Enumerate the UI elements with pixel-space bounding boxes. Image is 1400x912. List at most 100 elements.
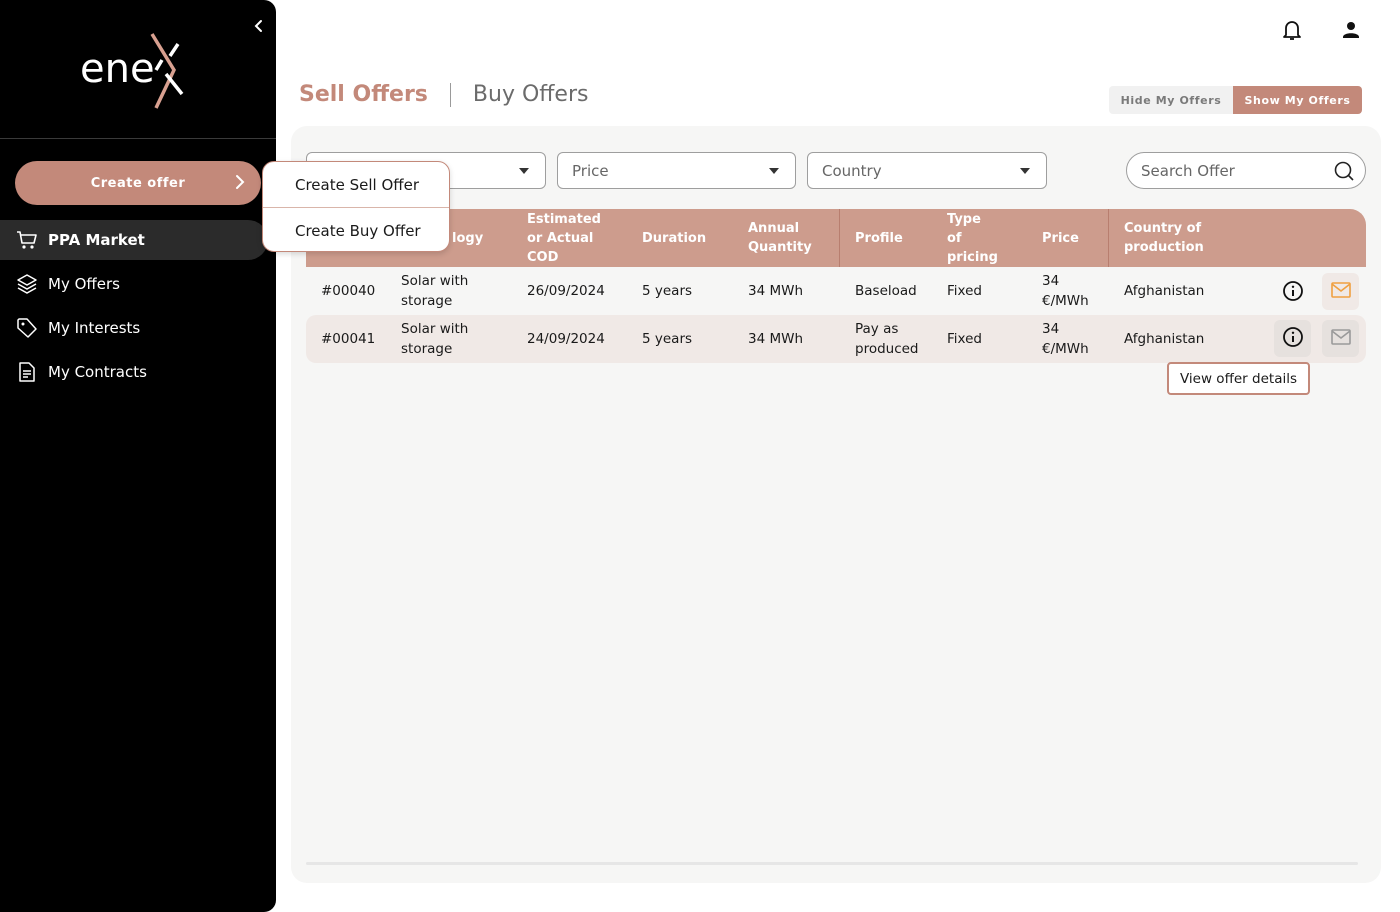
tab-sell-offers[interactable]: Sell Offers	[299, 82, 428, 107]
cell-line: €/MWh	[1042, 341, 1089, 357]
sidebar-item-label: My Offers	[48, 275, 120, 293]
cell-line: Pay as	[855, 321, 899, 337]
sidebar-item-my-contracts[interactable]: My Contracts	[0, 352, 268, 392]
table-row[interactable]: #00040 Solar with storage 26/09/2024 5 y…	[306, 267, 1366, 315]
cell-technology: Solar with storage	[401, 267, 468, 315]
cell-cod: 24/09/2024	[527, 331, 605, 347]
bell-icon[interactable]	[1281, 18, 1303, 42]
offer-tabs: Sell Offers Buy Offers	[299, 82, 588, 107]
view-offer-details-tooltip: View offer details	[1167, 362, 1310, 395]
caret-down-icon	[769, 168, 779, 174]
cell-profile: Pay as produced	[855, 315, 919, 363]
header-divider	[1108, 209, 1109, 267]
search-input[interactable]: Search Offer	[1126, 152, 1366, 189]
cell-price: 34 €/MWh	[1042, 315, 1089, 363]
cell-quantity: 34 MWh	[748, 331, 804, 347]
header-profile: Profile	[855, 230, 903, 246]
mail-icon	[1330, 281, 1351, 302]
cell-line: storage	[401, 293, 453, 309]
tab-divider	[449, 82, 451, 107]
header-quantity: Annual Quantity	[748, 209, 812, 267]
country-filter[interactable]: Country	[807, 152, 1047, 189]
caret-down-icon	[519, 168, 529, 174]
tab-buy-offers[interactable]: Buy Offers	[473, 82, 589, 107]
table-header: logy Estimated or Actual COD Duration An…	[306, 209, 1366, 267]
table-row[interactable]: #00041 Solar with storage 24/09/2024 5 y…	[306, 315, 1366, 363]
info-button[interactable]	[1274, 320, 1311, 357]
cell-country: Afghanistan	[1124, 331, 1205, 347]
cell-line: storage	[401, 341, 453, 357]
cell-line: 34	[1042, 321, 1060, 337]
svg-text:ene: ene	[80, 46, 155, 92]
menu-item-create-buy-offer[interactable]: Create Buy Offer	[263, 208, 449, 253]
price-filter[interactable]: Price	[557, 152, 796, 189]
price-filter-label: Price	[572, 161, 609, 180]
enex-logo: ene	[78, 30, 198, 112]
my-offers-toggle: Hide My Offers Show My Offers	[1109, 86, 1362, 114]
document-icon	[16, 361, 38, 383]
header-cod-line: or Actual	[527, 230, 594, 246]
country-filter-label: Country	[822, 161, 882, 180]
cell-id: #00040	[321, 283, 376, 299]
hide-my-offers-button[interactable]: Hide My Offers	[1109, 86, 1233, 114]
cell-price: 34 €/MWh	[1042, 267, 1089, 315]
sidebar-item-ppa-market[interactable]: PPA Market	[0, 220, 268, 260]
info-icon	[1282, 326, 1304, 352]
header-technology: logy	[452, 230, 484, 246]
header-pricing-line: pricing	[947, 249, 998, 265]
sidebar-item-my-interests[interactable]: My Interests	[0, 308, 268, 348]
collapse-sidebar-icon[interactable]	[250, 16, 268, 36]
layers-icon	[16, 273, 38, 295]
tag-icon	[16, 317, 38, 339]
cell-duration: 5 years	[642, 283, 693, 299]
cell-quantity: 34 MWh	[748, 283, 804, 299]
cell-profile: Baseload	[855, 283, 917, 299]
header-pricing-line: of	[947, 230, 962, 246]
horizontal-scrollbar[interactable]	[306, 862, 1358, 865]
cell-technology: Solar with storage	[401, 315, 468, 363]
header-duration: Duration	[642, 230, 707, 246]
cell-country: Afghanistan	[1124, 283, 1205, 299]
cell-line: €/MWh	[1042, 293, 1089, 309]
header-country: Country of production	[1124, 209, 1204, 267]
header-price: Price	[1042, 230, 1079, 246]
cell-cod: 26/09/2024	[527, 283, 605, 299]
header-quantity-line: Quantity	[748, 240, 812, 255]
header-quantity-line: Annual	[748, 221, 800, 236]
sidebar-item-label: PPA Market	[48, 231, 145, 249]
chevron-right-icon	[233, 173, 247, 191]
search-placeholder: Search Offer	[1141, 161, 1235, 180]
caret-down-icon	[1020, 168, 1030, 174]
show-my-offers-button[interactable]: Show My Offers	[1233, 86, 1362, 114]
create-offer-menu: Create Sell Offer Create Buy Offer	[262, 161, 450, 252]
info-icon[interactable]	[1282, 280, 1304, 302]
search-icon[interactable]	[1333, 160, 1355, 182]
create-offer-label: Create offer	[90, 175, 186, 191]
mail-icon	[1330, 328, 1351, 349]
contact-button[interactable]	[1322, 320, 1359, 357]
header-cod-line: COD	[527, 249, 559, 265]
sidebar-item-my-offers[interactable]: My Offers	[0, 264, 268, 304]
cell-line: produced	[855, 341, 919, 357]
cell-pricing: Fixed	[947, 283, 982, 299]
header-cod-line: Estimated	[527, 211, 601, 227]
header-country-line: Country of	[1124, 221, 1202, 236]
cell-duration: 5 years	[642, 331, 693, 347]
sidebar-item-label: My Contracts	[48, 363, 147, 381]
header-pricing: Type of pricing	[947, 209, 998, 267]
cell-line: 34	[1042, 273, 1060, 289]
sidebar: ene Create offer PPA Market My Offers My…	[0, 0, 276, 912]
create-offer-button[interactable]: Create offer	[15, 161, 261, 205]
header-cod: Estimated or Actual COD	[527, 209, 601, 267]
cell-line: Solar with	[401, 321, 469, 337]
header-pricing-line: Type	[947, 211, 981, 227]
menu-item-create-sell-offer[interactable]: Create Sell Offer	[263, 162, 449, 207]
cell-id: #00041	[321, 331, 376, 347]
header-country-line: production	[1124, 240, 1204, 255]
sidebar-item-label: My Interests	[48, 319, 141, 337]
cart-icon	[16, 229, 38, 251]
user-icon[interactable]	[1340, 18, 1362, 42]
cell-pricing: Fixed	[947, 331, 982, 347]
contact-button[interactable]	[1322, 273, 1359, 310]
sidebar-divider	[0, 138, 276, 139]
